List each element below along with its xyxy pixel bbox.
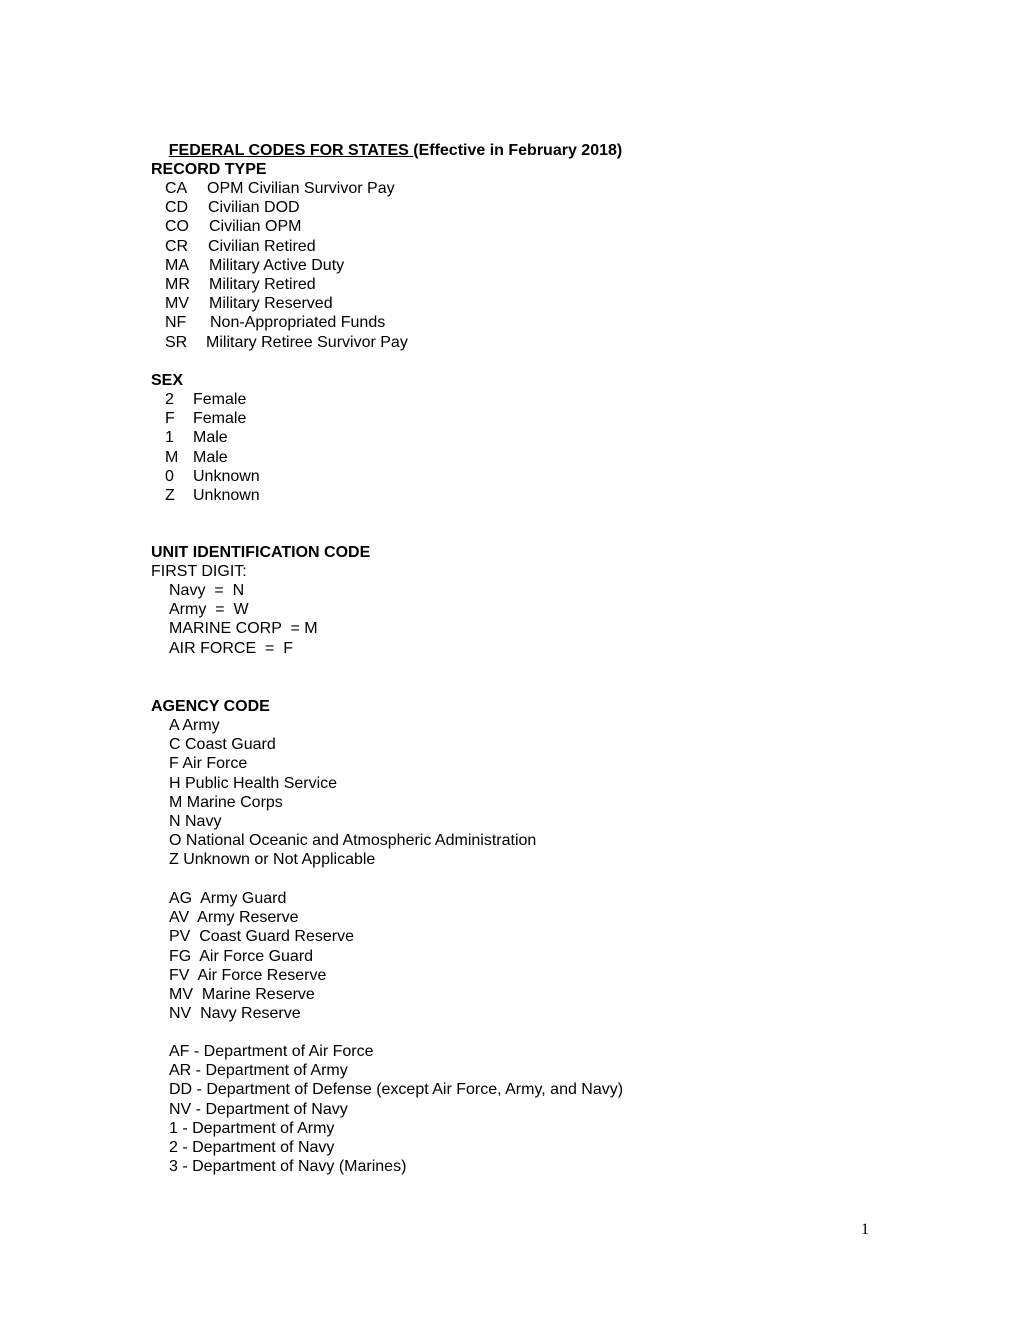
code: F <box>165 410 175 428</box>
document-page: FEDERAL CODES FOR STATES (Effective in F… <box>0 0 1020 1320</box>
unit-id-subheading: FIRST DIGIT: <box>151 563 247 580</box>
agency-code-item: AG Army Guard <box>169 890 287 907</box>
code-label: Military Retiree Survivor Pay <box>206 333 408 351</box>
unit-id-item: AIR FORCE = F <box>169 639 294 657</box>
agency-code-item: 3 - Department of Navy (Marines) <box>169 1158 407 1176</box>
agency-code-item: N Navy <box>169 813 222 830</box>
title-effective-date: (Effective in February 2018) <box>413 142 623 159</box>
code-label: Military Active Duty <box>209 256 345 274</box>
agency-code-item: AV Army Reserve <box>169 909 299 927</box>
code-label: Female <box>193 391 247 408</box>
code-label: Male <box>193 448 228 466</box>
agency-code-item: FV Air Force Reserve <box>169 966 327 984</box>
code: CR <box>165 237 189 255</box>
code: NF <box>165 314 187 332</box>
agency-code-item: NV - Department of Navy <box>169 1100 348 1118</box>
code-label: Male <box>193 429 228 447</box>
agency-code-item: 1 - Department of Army <box>169 1119 335 1137</box>
agency-code-item: Z Unknown or Not Applicable <box>169 851 376 869</box>
code: CD <box>165 199 189 217</box>
code: M <box>165 448 179 466</box>
unit-id-item: MARINE CORP = M <box>169 620 318 638</box>
code-label: Civilian OPM <box>209 218 302 236</box>
title-underlined: FEDERAL CODES FOR STATES <box>168 142 414 159</box>
code-label: Unknown <box>193 487 260 504</box>
code-label: Unknown <box>193 467 260 485</box>
code: CO <box>165 218 189 236</box>
agency-code-item: FG Air Force Guard <box>169 947 314 965</box>
code: MV <box>165 295 189 313</box>
code: SR <box>165 333 188 351</box>
code-label: Civilian Retired <box>208 237 316 255</box>
agency-code-item: MV Marine Reserve <box>169 986 315 1003</box>
agency-code-item: 2 - Department of Navy <box>169 1139 335 1156</box>
agency-code-item: PV Coast Guard Reserve <box>169 928 354 946</box>
code: 1 <box>165 429 174 447</box>
code-label: OPM Civilian Survivor Pay <box>207 180 395 197</box>
record-type-heading: RECORD TYPE <box>151 161 267 178</box>
sex-heading: SEX <box>151 372 184 389</box>
page-number: 1 <box>861 1221 869 1238</box>
code-label: Civilian DOD <box>208 199 300 217</box>
agency-code-item: AF - Department of Air Force <box>169 1043 374 1060</box>
agency-code-item: A Army <box>169 717 220 734</box>
code-label: Non-Appropriated Funds <box>210 314 386 332</box>
agency-code-item: H Public Health Service <box>169 774 338 792</box>
code: 2 <box>165 391 174 408</box>
agency-code-heading: AGENCY CODE <box>151 698 270 715</box>
code: Z <box>165 487 175 504</box>
agency-code-item: C Coast Guard <box>169 736 276 754</box>
code-label: Female <box>193 410 247 428</box>
code-label: Military Retired <box>209 276 316 293</box>
agency-code-item: DD - Department of Defense (except Air F… <box>169 1081 624 1099</box>
agency-code-item: AR - Department of Army <box>169 1062 348 1080</box>
code: 0 <box>165 467 174 485</box>
unit-id-heading: UNIT IDENTIFICATION CODE <box>151 544 371 561</box>
unit-id-item: Army = W <box>169 601 249 619</box>
unit-id-item: Navy = N <box>169 582 245 599</box>
code-label: Military Reserved <box>209 295 333 313</box>
agency-code-item: F Air Force <box>169 755 248 773</box>
agency-code-item: NV Navy Reserve <box>169 1005 301 1023</box>
code: MA <box>165 256 189 274</box>
code: MR <box>165 276 190 293</box>
code: CA <box>165 180 188 197</box>
agency-code-item: M Marine Corps <box>169 793 283 811</box>
agency-code-item: O National Oceanic and Atmospheric Admin… <box>169 832 537 850</box>
